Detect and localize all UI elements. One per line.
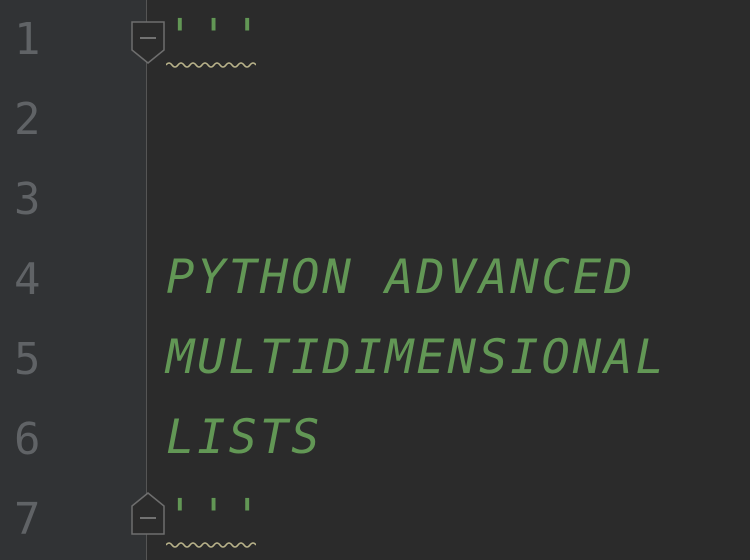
warning-squiggle-underline [166,62,256,68]
warning-squiggle-underline [166,542,256,548]
line-number-3: 3 [14,174,41,225]
line-number-2: 2 [14,94,41,145]
line-number-gutter: 1 2 3 4 5 6 7 [0,0,146,560]
code-editor[interactable]: 1 2 3 4 5 6 7 ''' PYTHON ADVANCED MULTID… [0,0,750,560]
line-number-5: 5 [14,334,41,385]
line-number-4: 4 [14,254,41,305]
line-number-1: 1 [14,14,41,65]
fold-end-icon[interactable] [131,492,165,536]
line-number-7: 7 [14,494,41,545]
docstring-line-python-advanced[interactable]: PYTHON ADVANCED [166,238,635,318]
gutter-divider [146,0,147,560]
docstring-line-lists[interactable]: LISTS [166,398,322,478]
line-number-6: 6 [14,414,41,465]
fold-collapse-icon[interactable] [131,20,165,64]
docstring-line-multidimensional[interactable]: MULTIDIMENSIONAL [166,318,667,398]
